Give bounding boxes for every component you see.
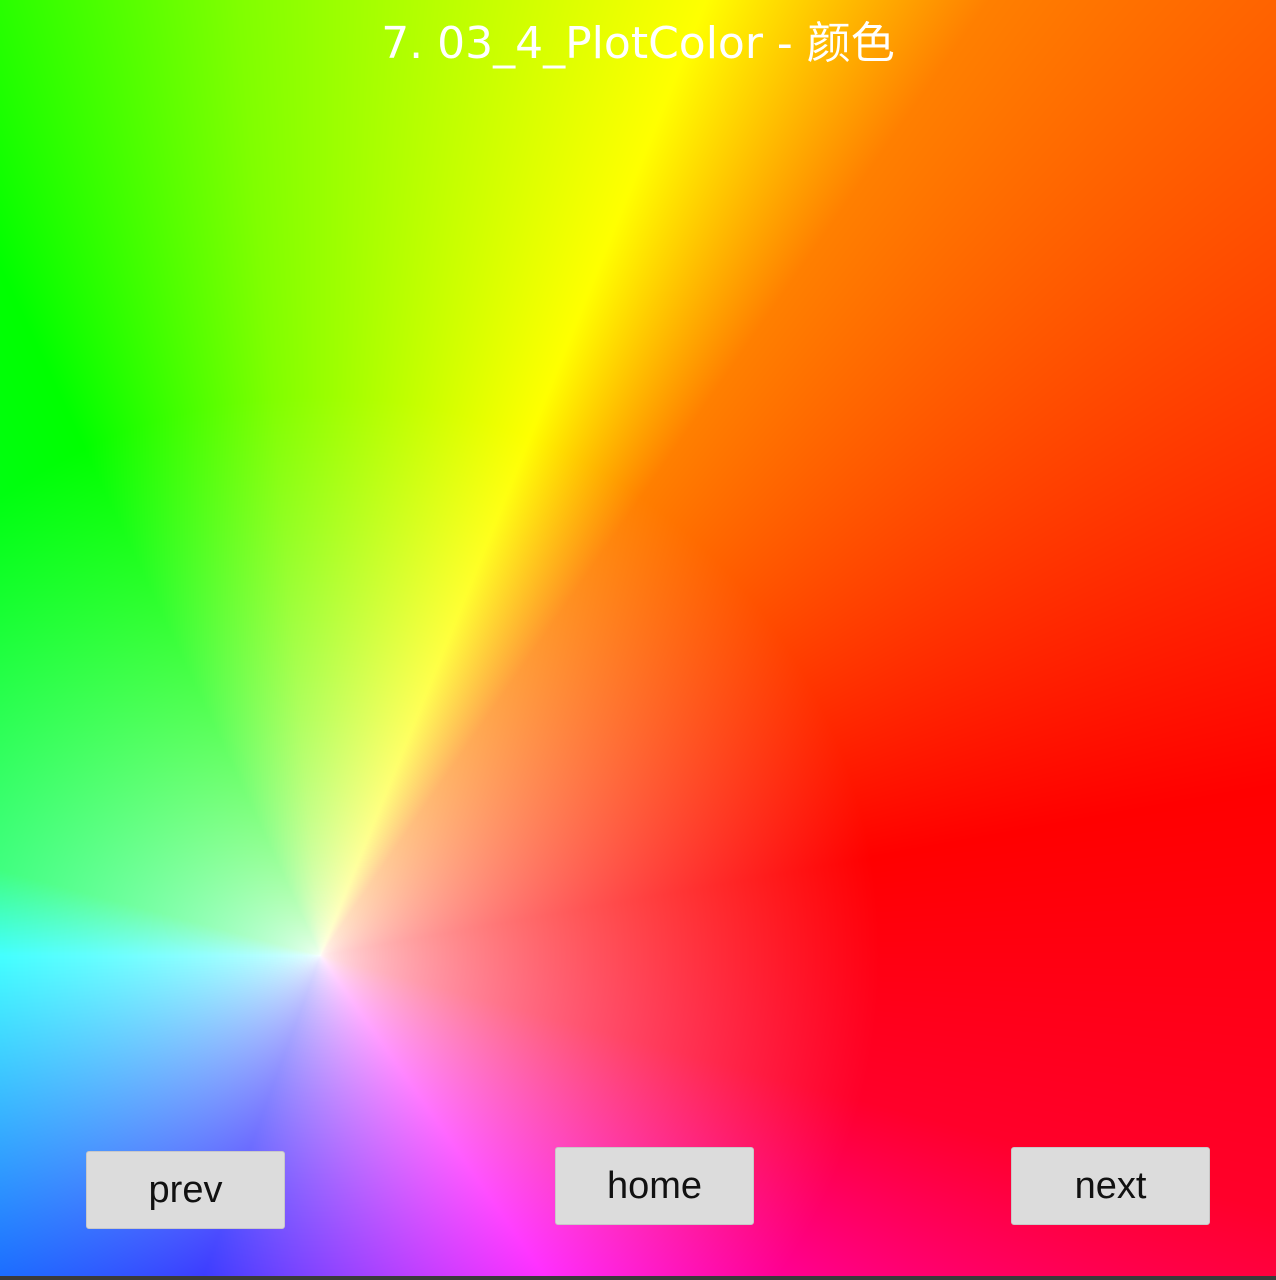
- page-title: 7. 03_4_PlotColor - 颜色: [381, 18, 895, 69]
- plot-window: 7. 03_4_PlotColor - 颜色 prev home next: [0, 0, 1276, 1280]
- next-button[interactable]: next: [1011, 1147, 1210, 1225]
- prev-button[interactable]: prev: [86, 1151, 285, 1229]
- home-button[interactable]: home: [555, 1147, 754, 1225]
- color-plot-canvas: [0, 0, 1276, 1276]
- bottom-border: [0, 1276, 1276, 1280]
